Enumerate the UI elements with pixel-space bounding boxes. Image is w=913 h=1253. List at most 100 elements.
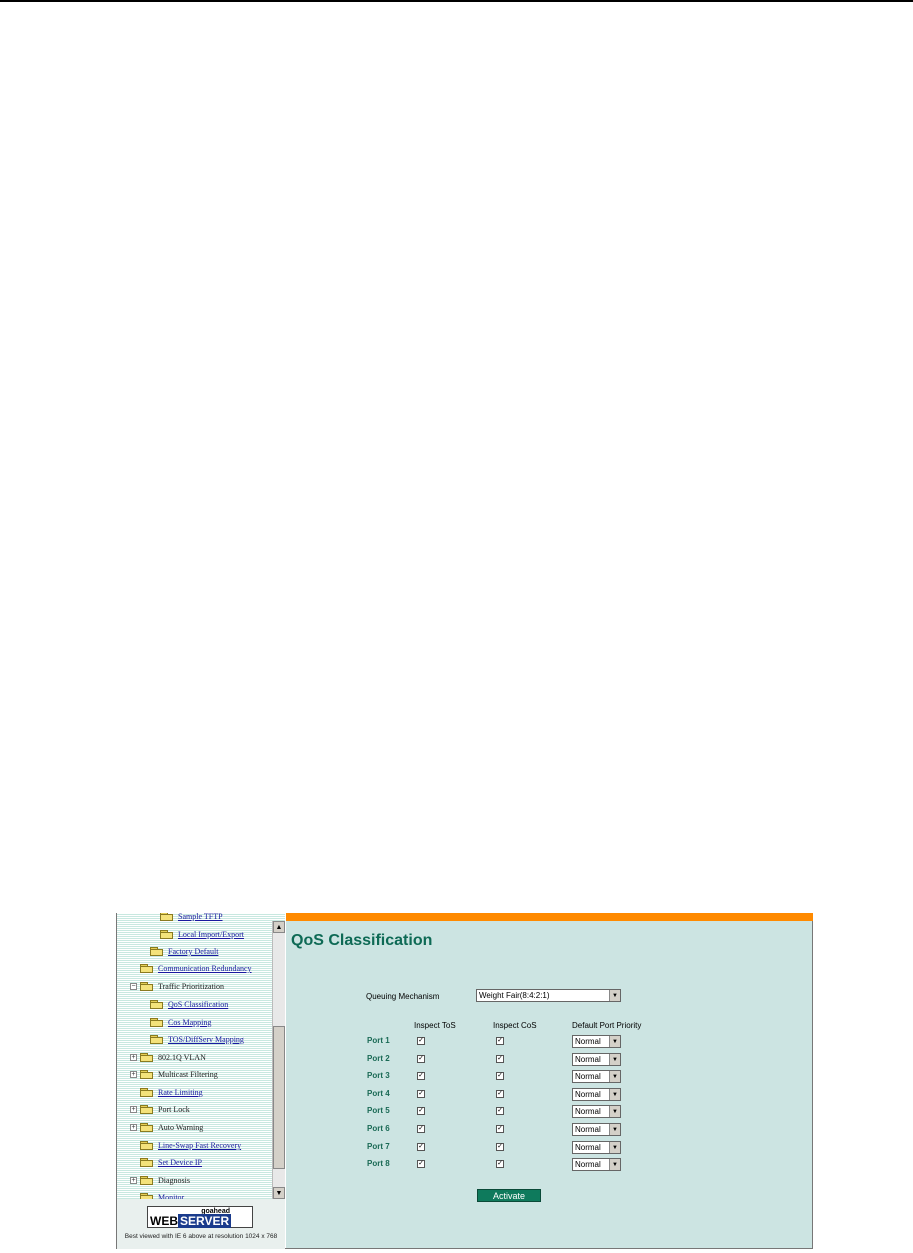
sidebar-item[interactable]: Line-Swap Fast Recovery [130, 1137, 241, 1154]
port-priority-select[interactable]: Normal ▼ [572, 1088, 621, 1101]
sidebar-item[interactable]: + Auto Warning [130, 1119, 203, 1136]
folder-icon [140, 1141, 154, 1150]
expand-icon[interactable]: + [130, 1054, 137, 1061]
port-label: Port 4 [367, 1089, 390, 1098]
sidebar-item-label[interactable]: Local Import/Export [178, 930, 244, 939]
inspect-tos-checkbox[interactable]: ✓ [417, 1125, 425, 1133]
sidebar-item-label[interactable]: Communication Redundancy [158, 964, 252, 973]
inspect-tos-checkbox[interactable]: ✓ [417, 1037, 425, 1045]
port-priority-select[interactable]: Normal ▼ [572, 1053, 621, 1066]
sidebar-item[interactable]: QoS Classification [140, 996, 228, 1013]
dropdown-arrow-icon[interactable]: ▼ [609, 1089, 620, 1100]
scroll-up-arrow-icon[interactable]: ▲ [273, 921, 285, 933]
queuing-mechanism-select[interactable]: Weight Fair(8:4:2:1) ▼ [476, 989, 621, 1002]
inspect-tos-checkbox[interactable]: ✓ [417, 1090, 425, 1098]
folder-icon [140, 982, 154, 991]
folder-icon [160, 913, 174, 921]
inspect-cos-checkbox[interactable]: ✓ [496, 1160, 504, 1168]
expand-icon[interactable]: + [130, 1124, 137, 1131]
sidebar-item-label[interactable]: Factory Default [168, 947, 218, 956]
header-accent-bar [286, 913, 813, 921]
sidebar-item[interactable]: Cos Mapping [140, 1014, 211, 1031]
sidebar-item-label[interactable]: Line-Swap Fast Recovery [158, 1141, 241, 1150]
sidebar-item[interactable]: TOS/DiffServ Mapping [140, 1031, 244, 1048]
port-label: Port 5 [367, 1106, 390, 1115]
sidebar-item[interactable]: Factory Default [140, 943, 218, 960]
dropdown-arrow-icon[interactable]: ▼ [609, 1071, 620, 1082]
inspect-cos-checkbox[interactable]: ✓ [496, 1055, 504, 1063]
header-inspect-tos: Inspect ToS [414, 1021, 456, 1030]
inspect-tos-checkbox[interactable]: ✓ [417, 1160, 425, 1168]
sidebar-item[interactable]: +802.1Q VLAN [130, 1049, 206, 1066]
sidebar-item[interactable]: + Multicast Filtering [130, 1066, 218, 1083]
sidebar-item[interactable]: + Diagnosis [130, 1172, 190, 1189]
scrollbar-thumb[interactable] [273, 1026, 285, 1169]
inspect-cos-checkbox[interactable]: ✓ [496, 1037, 504, 1045]
dropdown-arrow-icon[interactable]: ▼ [609, 1142, 620, 1153]
inspect-cos-checkbox[interactable]: ✓ [496, 1072, 504, 1080]
logo-web-text: WEB [150, 1214, 178, 1228]
folder-icon [140, 1176, 154, 1185]
inspect-cos-checkbox[interactable]: ✓ [496, 1107, 504, 1115]
port-priority-select[interactable]: Normal ▼ [572, 1035, 621, 1048]
collapse-icon[interactable]: − [130, 983, 137, 990]
expand-icon[interactable]: + [130, 1071, 137, 1078]
port-priority-select[interactable]: Normal ▼ [572, 1141, 621, 1154]
sidebar-item[interactable]: Sample TFTP [150, 913, 223, 925]
dropdown-arrow-icon[interactable]: ▼ [609, 1159, 620, 1170]
activate-button[interactable]: Activate [477, 1189, 541, 1202]
dropdown-arrow-icon[interactable]: ▼ [609, 1054, 620, 1065]
inspect-cos-checkbox[interactable]: ✓ [496, 1125, 504, 1133]
expand-icon[interactable]: + [130, 1106, 137, 1113]
port-label: Port 6 [367, 1124, 390, 1133]
sidebar-item-label[interactable]: Rate Limiting [158, 1088, 203, 1097]
sidebar-item-label[interactable]: Cos Mapping [168, 1018, 211, 1027]
port-priority-value: Normal [575, 1160, 601, 1169]
inspect-cos-checkbox[interactable]: ✓ [496, 1143, 504, 1151]
dropdown-arrow-icon[interactable]: ▼ [609, 1036, 620, 1047]
queuing-mechanism-value: Weight Fair(8:4:2:1) [479, 991, 550, 1000]
dropdown-arrow-icon[interactable]: ▼ [609, 1124, 620, 1135]
sidebar-item[interactable]: + Port Lock [130, 1101, 190, 1118]
sidebar-item[interactable]: Local Import/Export [150, 926, 244, 943]
port-priority-select[interactable]: Normal ▼ [572, 1070, 621, 1083]
top-rule [0, 0, 913, 2]
port-priority-select[interactable]: Normal ▼ [572, 1105, 621, 1118]
sidebar-item-label: Traffic Prioritization [158, 982, 224, 991]
scroll-down-arrow-icon[interactable]: ▼ [273, 1187, 285, 1199]
port-priority-select[interactable]: Normal ▼ [572, 1123, 621, 1136]
sidebar-item-label: 802.1Q VLAN [158, 1053, 206, 1062]
sidebar-item-label[interactable]: Set Device IP [158, 1158, 202, 1167]
sidebar-item[interactable]: − Traffic Prioritization [130, 978, 224, 995]
header-default-port-priority: Default Port Priority [572, 1021, 642, 1030]
expand-icon[interactable]: + [130, 1177, 137, 1184]
main-content [286, 921, 812, 1248]
inspect-tos-checkbox[interactable]: ✓ [417, 1107, 425, 1115]
folder-icon [150, 1035, 164, 1044]
logo-server-text: SERVER [178, 1214, 232, 1228]
folder-icon [140, 1070, 154, 1079]
sidebar-item[interactable]: Set Device IP [130, 1154, 202, 1171]
inspect-tos-checkbox[interactable]: ✓ [417, 1055, 425, 1063]
folder-icon [140, 1105, 154, 1114]
sidebar-item-label[interactable]: Sample TFTP [178, 913, 223, 921]
inspect-cos-checkbox[interactable]: ✓ [496, 1090, 504, 1098]
port-priority-select[interactable]: Normal ▼ [572, 1158, 621, 1171]
inspect-tos-checkbox[interactable]: ✓ [417, 1143, 425, 1151]
sidebar-item-label: Multicast Filtering [158, 1070, 218, 1079]
dropdown-arrow-icon[interactable]: ▼ [609, 1106, 620, 1117]
sidebar-item[interactable]: Monitor [130, 1189, 184, 1199]
folder-icon [160, 930, 174, 939]
sidebar-scrollbar[interactable]: ▲ ▼ [272, 921, 285, 1199]
folder-icon [140, 1088, 154, 1097]
dropdown-arrow-icon[interactable]: ▼ [609, 990, 620, 1001]
port-label: Port 8 [367, 1159, 390, 1168]
inspect-tos-checkbox[interactable]: ✓ [417, 1072, 425, 1080]
sidebar-item-label[interactable]: QoS Classification [168, 1000, 228, 1009]
best-viewed-note: Best viewed with IE 6 above at resolutio… [124, 1233, 278, 1240]
sidebar-item-label[interactable]: TOS/DiffServ Mapping [168, 1035, 244, 1044]
sidebar-item-label: Port Lock [158, 1105, 190, 1114]
sidebar-item[interactable]: Communication Redundancy [130, 960, 252, 977]
page-title: QoS Classification [291, 932, 433, 949]
sidebar-item[interactable]: Rate Limiting [130, 1084, 203, 1101]
